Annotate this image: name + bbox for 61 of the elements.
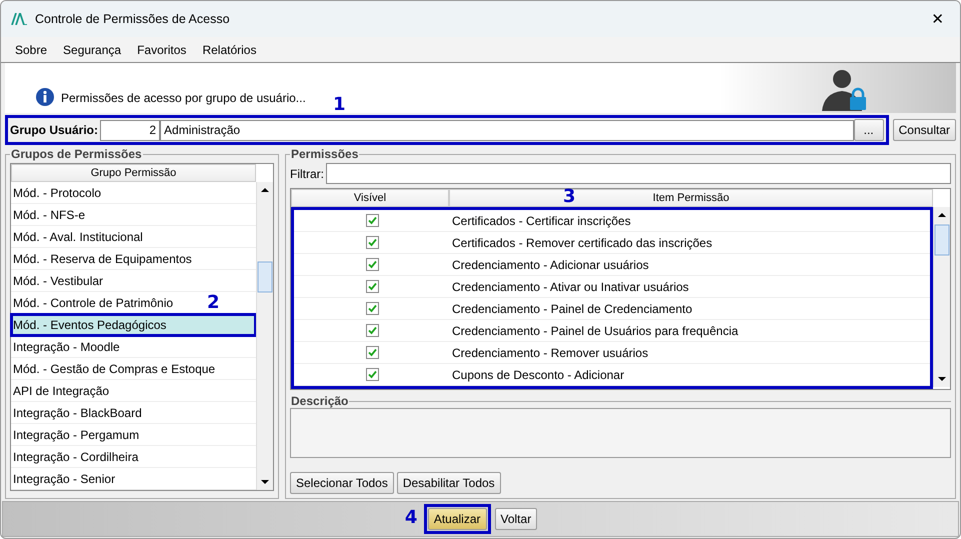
list-row[interactable]: Mód. - Reserva de Equipamentos: [11, 248, 256, 270]
list-row[interactable]: Integração - Senior: [11, 468, 256, 490]
annotation-number: 2: [207, 292, 220, 313]
checkbox[interactable]: [366, 258, 378, 271]
action-button[interactable]: Voltar: [494, 508, 538, 530]
info-text: Permissões de acesso por grupo de usuário...: [61, 91, 306, 105]
panel-title: Grupos de Permissões: [10, 147, 143, 161]
table-cell-text: Certificados - Certificar inscrições: [451, 214, 631, 228]
column-header: Visível: [291, 189, 449, 207]
checkbox[interactable]: [366, 280, 378, 293]
table-cell-text: Credenciamento - Adicionar usuários: [451, 258, 649, 272]
table-cell-text: Credenciamento - Remover usuários: [451, 346, 648, 360]
code-field[interactable]: 2: [100, 120, 160, 140]
filter-field[interactable]: [326, 163, 951, 184]
table-cell-text: Credenciamento - Ativar ou Inativar usuários: [451, 280, 689, 294]
browse-button[interactable]: ...: [854, 119, 884, 141]
list-row[interactable]: Mód. - Gestão de Compras e Estoque: [11, 358, 256, 380]
list-row[interactable]: Integração - Moodle: [11, 336, 256, 358]
annotation-number: 1: [333, 94, 346, 115]
checkbox[interactable]: [366, 236, 378, 249]
list-row[interactable]: Mód. - Eventos Pedagógicos: [11, 314, 256, 336]
checkbox[interactable]: [366, 346, 378, 359]
menu-item[interactable]: Segurança: [63, 42, 122, 56]
list-row[interactable]: Mód. - Aval. Institucional: [11, 226, 256, 248]
info-icon: [35, 87, 55, 107]
table-cell-text: Credenciamento - Painel de Usuários para frequência: [451, 324, 738, 338]
column-header: Grupo Permissão: [11, 164, 256, 182]
scrollbar[interactable]: [256, 182, 273, 490]
list-row[interactable]: Mód. - Vestibular: [11, 270, 256, 292]
annotation-number: 3: [563, 186, 576, 207]
list-row[interactable]: Integração - Pergamum: [11, 424, 256, 446]
menu-item[interactable]: Sobre: [15, 42, 48, 56]
close-button[interactable]: ✕: [925, 8, 950, 30]
list-row[interactable]: Mód. - Protocolo: [11, 182, 256, 204]
menu-item[interactable]: Favoritos: [137, 42, 186, 56]
action-button[interactable]: Atualizar: [428, 508, 486, 530]
action-button[interactable]: Desabilitar Todos: [396, 472, 501, 494]
list-row[interactable]: Integração - BlackBoard: [11, 402, 256, 424]
app-logo-icon: [11, 13, 27, 25]
name-field[interactable]: Administração: [160, 120, 854, 140]
checkbox[interactable]: [366, 368, 378, 381]
table-cell-text: Credenciamento - Painel de Credenciamento: [451, 302, 692, 316]
table-cell-text: Certificados - Remover certificado das inscrições: [451, 236, 712, 250]
field-label: Filtrar:: [290, 166, 324, 180]
checkbox[interactable]: [366, 214, 378, 227]
list-row[interactable]: API de Integração: [11, 380, 256, 402]
field-label: Grupo Usuário:: [10, 123, 98, 137]
checkbox[interactable]: [366, 302, 378, 315]
section-title: Descrição: [290, 394, 350, 408]
scrollbar[interactable]: [933, 207, 950, 387]
action-button[interactable]: Selecionar Todos: [290, 472, 394, 494]
search-button[interactable]: Consultar: [892, 119, 956, 141]
window-title: Controle de Permissões de Acesso: [35, 12, 231, 26]
menu-item[interactable]: Relatórios: [202, 42, 256, 56]
list-row[interactable]: Integração - Cordilheira: [11, 446, 256, 468]
user-lock-icon: [820, 67, 868, 111]
list-row[interactable]: Mód. - NFS-e: [11, 204, 256, 226]
checkbox[interactable]: [366, 324, 378, 337]
annotation-number: 4: [404, 507, 418, 528]
table-cell-text: Cupons de Desconto - Adicionar: [451, 368, 624, 382]
panel-title: Permissões: [290, 147, 360, 161]
